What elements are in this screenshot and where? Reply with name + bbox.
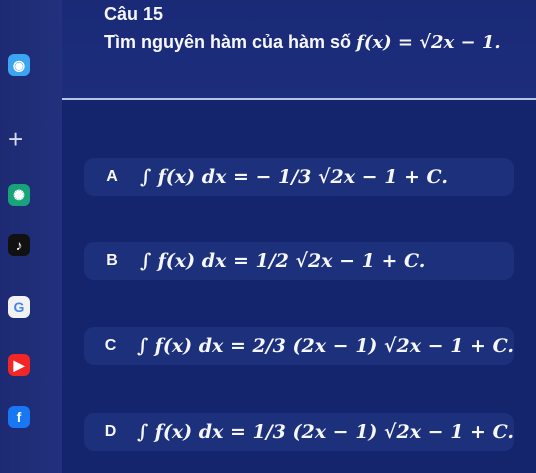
youtube-icon[interactable]: ▶ [8, 354, 30, 376]
tiktok-icon[interactable]: ♪ [8, 234, 30, 256]
answer-formula: ∫ f(x) dx = 1/3 (2x − 1) √2x − 1 + C. [137, 421, 514, 443]
answer-formula: ∫ f(x) dx = 2/3 (2x − 1) √2x − 1 + C. [137, 335, 514, 357]
answer-option-c[interactable]: C ∫ f(x) dx = 2/3 (2x − 1) √2x − 1 + C. [84, 327, 514, 365]
answer-letter: B [106, 252, 118, 269]
question-number: Câu 15 [104, 4, 164, 24]
plus-icon[interactable]: + [8, 126, 23, 152]
question-function: f(x) = √2x − 1. [356, 32, 501, 53]
question-prefix: Tìm nguyên hàm của hàm số [104, 32, 352, 52]
answer-option-b[interactable]: B ∫ f(x) dx = 1/2 √2x − 1 + C. [84, 242, 514, 280]
answer-formula: ∫ f(x) dx = 1/2 √2x − 1 + C. [140, 250, 426, 272]
answer-formula: ∫ f(x) dx = − 1/3 √2x − 1 + C. [140, 166, 448, 188]
facebook-icon[interactable]: f [8, 406, 30, 428]
question-text: Tìm nguyên hàm của hàm số f(x) = √2x − 1… [104, 32, 501, 53]
left-sidebar: ◉ + ✺ ♪ G ▶ f [0, 0, 62, 473]
answer-letter: D [104, 423, 117, 440]
google-icon[interactable]: G [8, 296, 30, 318]
answer-letter: C [104, 337, 117, 354]
header-divider [62, 98, 536, 100]
answer-letter: A [106, 168, 118, 185]
answer-option-a[interactable]: A ∫ f(x) dx = − 1/3 √2x − 1 + C. [84, 158, 514, 196]
chatgpt-icon[interactable]: ✺ [8, 184, 30, 206]
answer-option-d[interactable]: D ∫ f(x) dx = 1/3 (2x − 1) √2x − 1 + C. [84, 413, 514, 451]
avatar-icon[interactable]: ◉ [8, 54, 30, 76]
